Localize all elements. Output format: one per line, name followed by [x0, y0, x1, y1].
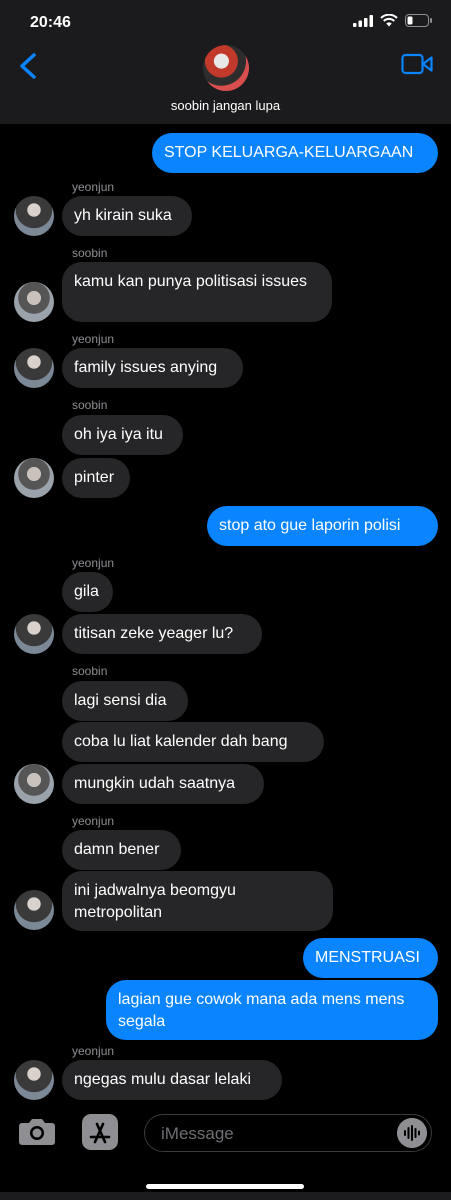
- back-chevron-icon[interactable]: [14, 50, 44, 82]
- incoming-message[interactable]: ngegas mulu dasar lelaki: [62, 1060, 282, 1100]
- avatar[interactable]: [14, 764, 54, 804]
- contact-avatar[interactable]: [203, 45, 249, 91]
- sender-label: yeonjun: [72, 556, 115, 570]
- voice-memo-icon[interactable]: [397, 1118, 427, 1148]
- message-input[interactable]: iMessage: [144, 1114, 432, 1152]
- outgoing-message[interactable]: lagian gue cowok mana ada mens mens sega…: [106, 980, 438, 1040]
- avatar[interactable]: [14, 890, 54, 930]
- battery-icon: [405, 14, 432, 27]
- avatar[interactable]: [14, 196, 54, 236]
- sender-label: soobin: [72, 246, 108, 260]
- avatar[interactable]: [14, 614, 54, 654]
- conversation-header: 20:46 soobin jangan lupa: [0, 0, 451, 124]
- incoming-message[interactable]: yh kirain suka: [62, 196, 192, 236]
- incoming-message[interactable]: coba lu liat kalender dah bang: [62, 722, 324, 762]
- status-time: 20:46: [30, 14, 71, 31]
- sender-label: yeonjun: [72, 180, 115, 194]
- home-indicator[interactable]: [146, 1184, 304, 1189]
- contact-name[interactable]: soobin jangan lupa: [0, 98, 451, 113]
- incoming-message[interactable]: family issues anying: [62, 348, 243, 388]
- incoming-message[interactable]: mungkin udah saatnya: [62, 764, 264, 804]
- incoming-message[interactable]: ini jadwalnya beomgyu metropolitan: [62, 871, 333, 931]
- sender-label: soobin: [72, 398, 108, 412]
- status-icons: [353, 14, 433, 27]
- outgoing-message[interactable]: MENSTRUASI: [303, 938, 438, 978]
- video-call-icon[interactable]: [401, 52, 433, 76]
- app-store-icon[interactable]: [82, 1114, 118, 1150]
- sender-label: yeonjun: [72, 332, 115, 346]
- sender-label: yeonjun: [72, 814, 115, 828]
- camera-icon[interactable]: [18, 1116, 56, 1146]
- outgoing-message[interactable]: STOP KELUARGA-KELUARGAAN: [152, 133, 438, 173]
- avatar[interactable]: [14, 1060, 54, 1100]
- sender-label: yeonjun: [72, 1044, 115, 1058]
- incoming-message[interactable]: kamu kan punya politisasi issues: [62, 262, 332, 322]
- incoming-message[interactable]: gila: [62, 572, 113, 612]
- message-input-placeholder: iMessage: [161, 1124, 234, 1143]
- incoming-message[interactable]: pinter: [62, 458, 130, 498]
- sender-label: soobin: [72, 664, 108, 678]
- app-drawer-strip: [0, 1192, 451, 1200]
- incoming-message[interactable]: damn bener: [62, 830, 181, 870]
- incoming-message[interactable]: titisan zeke yeager lu?: [62, 614, 262, 654]
- avatar[interactable]: [14, 348, 54, 388]
- wifi-icon: [380, 14, 398, 27]
- incoming-message[interactable]: lagi sensi dia: [62, 681, 188, 721]
- outgoing-message[interactable]: stop ato gue laporin polisi: [207, 506, 438, 546]
- message-thread: STOP KELUARGA-KELUARGAAN yeonjun yh kira…: [0, 124, 451, 1100]
- compose-bar: iMessage: [0, 1104, 451, 1164]
- cellular-signal-icon: [353, 14, 373, 27]
- avatar[interactable]: [14, 282, 54, 322]
- incoming-message[interactable]: oh iya iya itu: [62, 415, 183, 455]
- avatar[interactable]: [14, 458, 54, 498]
